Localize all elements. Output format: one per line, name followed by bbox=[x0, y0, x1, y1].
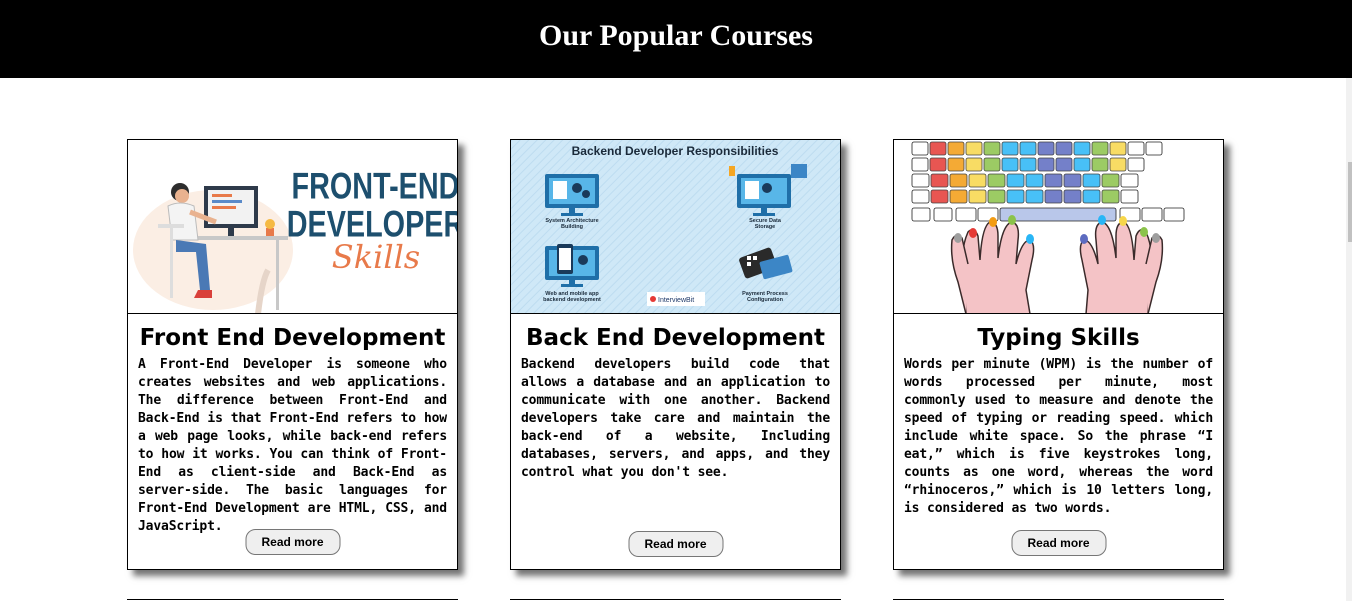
keyboard-key bbox=[1073, 157, 1091, 172]
keyboard-key bbox=[911, 141, 929, 156]
keyboard-key bbox=[1044, 173, 1063, 188]
svg-text:Building: Building bbox=[561, 224, 583, 230]
read-more-button[interactable]: Read more bbox=[628, 531, 723, 557]
keyboard-key bbox=[930, 173, 949, 188]
keyboard-key bbox=[1091, 157, 1109, 172]
keyboard-key bbox=[1063, 189, 1082, 204]
svg-text:Storage: Storage bbox=[755, 224, 775, 230]
course-card-typing: Typing Skills Words per minute (WPM) is … bbox=[893, 139, 1224, 570]
keyboard-key bbox=[1101, 189, 1120, 204]
backend-image-heading: Backend Developer Responsibilities bbox=[572, 144, 779, 158]
keyboard-key bbox=[1120, 173, 1139, 188]
frontend-image-text-1: FRONT-END bbox=[292, 166, 457, 207]
keyboard-key bbox=[1091, 141, 1109, 156]
keyboard-key bbox=[929, 157, 947, 172]
keyboard-key bbox=[930, 189, 949, 204]
keyboard-key bbox=[987, 189, 1006, 204]
keyboard-key bbox=[1163, 207, 1185, 222]
keyboard-key bbox=[1101, 173, 1120, 188]
keyboard-key bbox=[965, 157, 983, 172]
keyboard-key bbox=[1073, 141, 1091, 156]
keyboard-key bbox=[911, 207, 931, 222]
interviewbit-logo: InterviewBit bbox=[658, 297, 694, 304]
keyboard-key bbox=[1141, 207, 1163, 222]
course-description: Backend developers build code that allow… bbox=[521, 357, 830, 480]
course-title: Typing Skills bbox=[977, 325, 1140, 351]
keyboard-key bbox=[968, 189, 987, 204]
keyboard-key bbox=[1055, 157, 1073, 172]
keyboard-key bbox=[1037, 141, 1055, 156]
keyboard-key bbox=[911, 173, 930, 188]
keyboard-key bbox=[1109, 141, 1127, 156]
keyboard-key bbox=[1019, 141, 1037, 156]
svg-text:Configuration: Configuration bbox=[747, 297, 784, 303]
keyboard-key bbox=[1044, 189, 1063, 204]
frontend-illustration: FRONT-END DEVELOPER Skills bbox=[128, 140, 457, 313]
keyboard-key bbox=[987, 173, 1006, 188]
keyboard-key bbox=[1127, 157, 1145, 172]
keyboard-key bbox=[1082, 173, 1101, 188]
backend-course-image: Backend Developer Responsibilities Syste… bbox=[511, 140, 840, 314]
course-description: Words per minute (WPM) is the number of … bbox=[904, 357, 1213, 516]
course-title: Back End Development bbox=[526, 325, 825, 351]
keyboard-key bbox=[965, 141, 983, 156]
keyboard-key bbox=[1001, 141, 1019, 156]
frontend-course-image: FRONT-END DEVELOPER Skills bbox=[128, 140, 457, 314]
keyboard-key bbox=[1006, 173, 1025, 188]
course-card-backend: Backend Developer Responsibilities Syste… bbox=[510, 139, 841, 570]
keyboard-key bbox=[947, 157, 965, 172]
keyboard-key bbox=[949, 189, 968, 204]
scrollbar-track[interactable] bbox=[1346, 78, 1352, 601]
keyboard-key bbox=[1006, 189, 1025, 204]
keyboard-key bbox=[1109, 157, 1127, 172]
keyboard-key bbox=[1025, 189, 1044, 204]
keyboard-key bbox=[911, 157, 929, 172]
course-description: A Front-End Developer is someone who cre… bbox=[138, 357, 447, 534]
scrollbar-thumb[interactable] bbox=[1348, 162, 1352, 242]
read-more-button[interactable]: Read more bbox=[1011, 530, 1106, 556]
page-title: Our Popular Courses bbox=[539, 19, 813, 52]
course-title: Front End Development bbox=[139, 325, 446, 351]
keyboard-key bbox=[1001, 157, 1019, 172]
keyboard-key bbox=[947, 141, 965, 156]
keyboard-key bbox=[1127, 141, 1145, 156]
keyboard-hands-illustration bbox=[894, 140, 1223, 313]
page-header: Our Popular Courses bbox=[0, 0, 1352, 78]
typing-course-image bbox=[894, 140, 1223, 314]
svg-text:backend development: backend development bbox=[543, 297, 601, 303]
keyboard-key bbox=[1019, 157, 1037, 172]
keyboard-key bbox=[1120, 189, 1139, 204]
keyboard-key bbox=[1025, 173, 1044, 188]
keyboard-key bbox=[1037, 157, 1055, 172]
keyboard-key bbox=[1082, 189, 1101, 204]
keyboard-key bbox=[1063, 173, 1082, 188]
keyboard-key bbox=[968, 173, 987, 188]
read-more-button[interactable]: Read more bbox=[245, 529, 340, 555]
keyboard-key bbox=[949, 173, 968, 188]
keyboard-key bbox=[1055, 141, 1073, 156]
frontend-image-text-3: Skills bbox=[332, 238, 420, 276]
keyboard-key bbox=[1145, 141, 1163, 156]
keyboard-key bbox=[983, 141, 1001, 156]
keyboard-key bbox=[955, 207, 977, 222]
keyboard-key bbox=[911, 189, 930, 204]
backend-illustration: Backend Developer Responsibilities Syste… bbox=[511, 140, 840, 313]
keyboard-key bbox=[983, 157, 1001, 172]
keyboard-key bbox=[933, 207, 953, 222]
keyboard-key bbox=[929, 141, 947, 156]
course-card-frontend: FRONT-END DEVELOPER Skills Front End Dev… bbox=[127, 139, 458, 570]
